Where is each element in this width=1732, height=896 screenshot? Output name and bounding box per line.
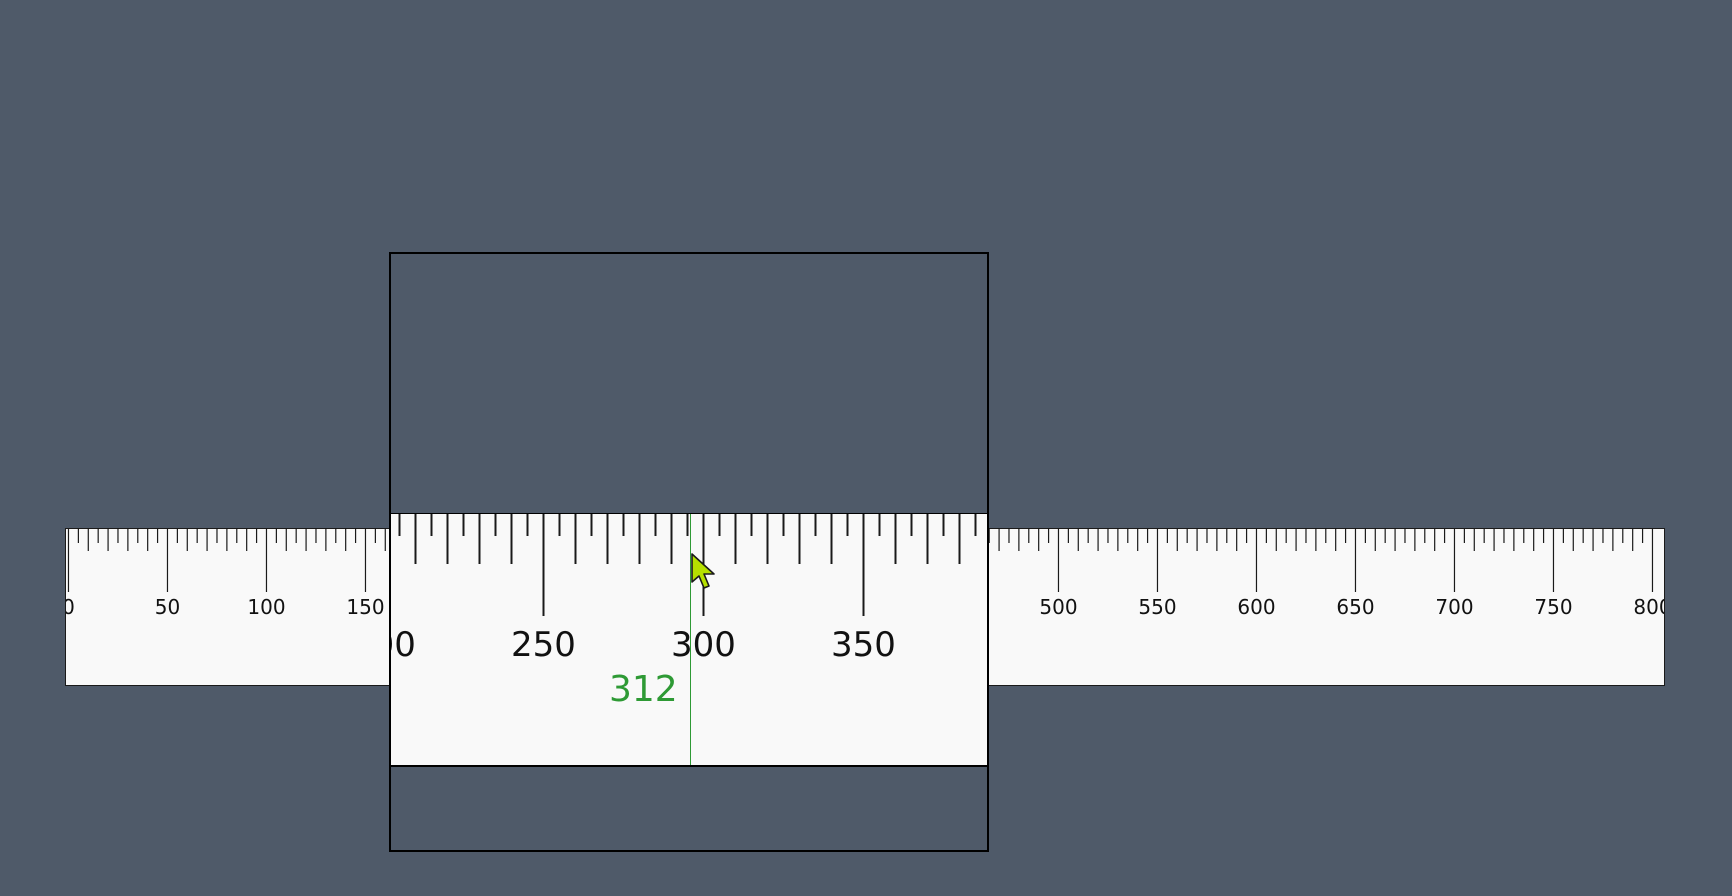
tick-label: 750 [1534, 595, 1572, 619]
tick-label: 700 [1435, 595, 1473, 619]
tick-label: 0 [66, 595, 75, 619]
tick-label: 150 [346, 595, 384, 619]
magnified-ruler: 200250300350400 312 [391, 513, 987, 767]
tick-label: 650 [1336, 595, 1374, 619]
magnified-scale: 200250300350400 [391, 514, 977, 665]
tick-label: 500 [1039, 595, 1077, 619]
tick-label: 200 [391, 625, 416, 665]
tick-label: 800 [1633, 595, 1664, 619]
tick-label: 550 [1138, 595, 1176, 619]
tick-label: 50 [155, 595, 180, 619]
tick-label: 100 [247, 595, 285, 619]
tick-label: 600 [1237, 595, 1275, 619]
magnifier-window: 200250300350400 312 [389, 252, 989, 852]
tick-label: 300 [671, 625, 736, 665]
cursor-position-readout: 312 [609, 669, 678, 710]
tick-label: 350 [831, 625, 896, 665]
tick-label: 250 [511, 625, 576, 665]
arrow-pointer-icon [691, 553, 715, 589]
